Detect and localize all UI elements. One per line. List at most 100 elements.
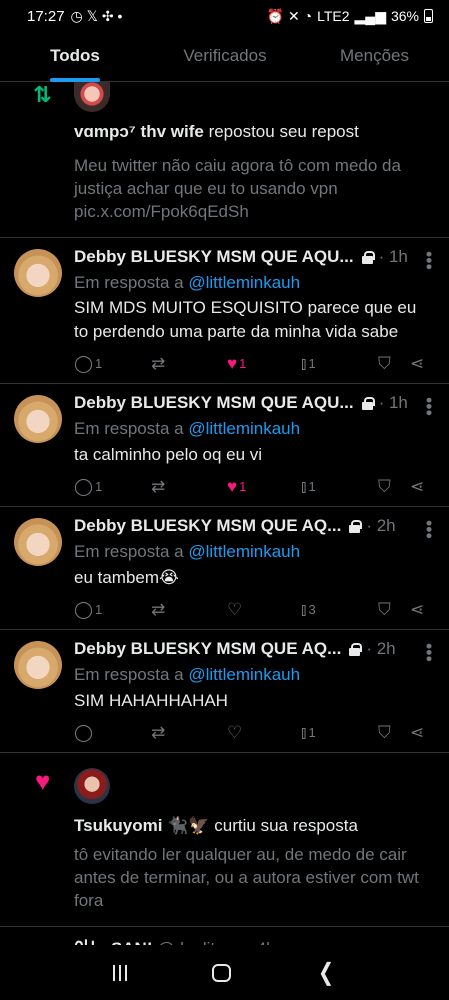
bookmark-button[interactable]: ⛉ [378, 601, 391, 618]
share-icon: ⋖ [410, 353, 425, 373]
tweet-actions: ◯ 1 ⇄ ♥ 1 ⫾ 1 ⛉ ⋖ [74, 351, 434, 375]
like-notification[interactable]: ♥ Tsukuyomi 🐈‍⬛🦅 curtiu sua resposta tô … [0, 752, 449, 926]
heart-outline-icon: ♡ [227, 722, 243, 742]
notification-icons: ◷ 𝕏 ✣ • [70, 7, 123, 24]
retweet-button[interactable]: ⇄ [151, 724, 165, 741]
tweet-actions: ◯ 1 ⇄ ♡ ⫾ 3 ⛉ ⋖ [74, 597, 434, 621]
avatar[interactable] [14, 518, 62, 566]
notification-tabs: Todos Verificados Menções [0, 32, 449, 82]
retweet-button[interactable]: ⇄ [151, 355, 165, 372]
heart-icon: ♥ [227, 476, 238, 496]
bookmark-icon: ⛉ [378, 353, 391, 373]
bookmark-button[interactable]: ⛉ [378, 478, 391, 495]
heart-outline-icon: ♡ [227, 599, 243, 619]
reply-handle-link[interactable]: @littleminkauh [188, 273, 300, 292]
lock-icon [349, 519, 363, 533]
reply-context: Em resposta a @littleminkauh [74, 273, 301, 292]
system-navigation-bar: ❮ [0, 945, 449, 1000]
tweet[interactable]: Debby BLUESKY MSM QUE AQ... · 2h ••• Em … [0, 506, 449, 629]
bookmark-button[interactable]: ⛉ [378, 355, 391, 372]
like-button[interactable]: ♥ 1 [227, 355, 246, 372]
recents-icon[interactable] [112, 964, 127, 981]
retweet-button[interactable]: ⇄ [151, 601, 165, 618]
retweet-icon: ⇅ [33, 82, 52, 107]
reply-handle-link[interactable]: @littleminkauh [188, 419, 300, 438]
reply-context: Em resposta a @littleminkauh [74, 419, 301, 438]
share-button[interactable]: ⋖ [410, 355, 424, 372]
reposted-text: Meu twitter não caiu agora tô com medo d… [74, 156, 401, 221]
tab-verificados[interactable]: Verificados [150, 32, 300, 81]
lock-icon [349, 642, 363, 656]
tweet[interactable]: Debby BLUESKY MSM QUE AQU... · 1h ••• Em… [0, 237, 449, 383]
divider [0, 926, 449, 927]
user-name[interactable]: Debby BLUESKY MSM QUE AQU... [74, 247, 354, 267]
reply-handle-link[interactable]: @littleminkauh [188, 665, 300, 684]
user-name[interactable]: Debby BLUESKY MSM QUE AQ... [74, 639, 341, 659]
reply-context: Em resposta a @littleminkauh [74, 542, 301, 561]
share-button[interactable]: ⋖ [410, 724, 424, 741]
timestamp: · 1h [378, 393, 408, 412]
notification-headline: vɑmpↄ⁷ thv wife repostou seu repost [74, 122, 359, 141]
reply-icon: ◯ [74, 353, 94, 373]
avatar[interactable] [14, 249, 62, 297]
user-name[interactable]: Debby BLUESKY MSM QUE AQ... [74, 516, 341, 536]
user-name[interactable]: Tsukuyomi 🐈‍⬛🦅 [74, 816, 210, 835]
views-icon: ⫾ [301, 353, 307, 373]
tab-todos[interactable]: Todos [0, 32, 150, 82]
avatar[interactable] [14, 395, 62, 443]
timestamp: · 2h [366, 639, 396, 658]
reply-handle-link[interactable]: @littleminkauh [188, 542, 300, 561]
retweet-icon: ⇄ [151, 722, 166, 742]
reply-button[interactable]: ◯ 1 [74, 355, 102, 372]
tweet-text: ta calminho pelo oq eu vi [74, 445, 263, 464]
avatar[interactable] [14, 641, 62, 689]
user-name[interactable]: vɑmpↄ⁷ thv wife [74, 122, 204, 141]
bookmark-button[interactable]: ⛉ [378, 724, 391, 741]
lock-icon [361, 396, 375, 410]
avatar[interactable] [74, 82, 110, 112]
more-options-icon[interactable]: ••• [419, 520, 439, 539]
views-button[interactable]: ⫾ 1 [301, 355, 316, 372]
share-icon: ⋖ [410, 599, 425, 619]
home-icon[interactable] [211, 963, 231, 982]
like-button[interactable]: ♡ [227, 724, 244, 741]
reply-button[interactable]: ◯ [74, 724, 95, 741]
share-icon: ⋖ [410, 722, 425, 742]
views-button[interactable]: ⫾ 1 [301, 478, 316, 495]
more-options-icon[interactable]: ••• [419, 397, 439, 416]
clock: 17:27 [27, 7, 65, 25]
reply-context: Em resposta a @littleminkauh [74, 665, 301, 684]
tweet-header: Debby BLUESKY MSM QUE AQU... · 1h [74, 247, 408, 267]
tweet[interactable]: Debby BLUESKY MSM QUE AQU... · 1h ••• Em… [0, 383, 449, 506]
more-options-icon[interactable]: ••• [419, 643, 439, 662]
reply-icon: ◯ [74, 722, 94, 742]
battery-icon [424, 9, 433, 23]
reply-icon: ◯ [74, 599, 94, 619]
share-icon: ⋖ [410, 476, 425, 496]
user-name[interactable]: Debby BLUESKY MSM QUE AQU... [74, 393, 354, 413]
lock-icon [361, 250, 375, 264]
reply-button[interactable]: ◯ 1 [74, 601, 102, 618]
tweet-header: Debby BLUESKY MSM QUE AQ... · 2h [74, 639, 396, 659]
avatar[interactable] [74, 768, 110, 804]
heart-icon: ♥ [35, 766, 51, 796]
back-icon[interactable]: ❮ [318, 958, 334, 987]
more-options-icon[interactable]: ••• [419, 251, 439, 270]
reply-button[interactable]: ◯ 1 [74, 478, 102, 495]
repost-notification[interactable]: ⇅ vɑmpↄ⁷ thv wife repostou seu repost Me… [0, 82, 449, 237]
retweet-button[interactable]: ⇄ [151, 478, 165, 495]
tweet-header: Debby BLUESKY MSM QUE AQ... · 2h [74, 516, 396, 536]
bookmark-icon: ⛉ [378, 722, 391, 742]
views-button[interactable]: ⫾ 3 [301, 601, 316, 618]
like-button[interactable]: ♥ 1 [227, 478, 246, 495]
status-bar: 17:27 ◷ 𝕏 ✣ • ⏰ ✕ ◔ LTE2 ▂▄▆ 36% [0, 0, 449, 32]
tweet-text: SIM MDS MUITO ESQUISITO parece que eu to… [74, 298, 417, 341]
notification-headline: Tsukuyomi 🐈‍⬛🦅 curtiu sua resposta [74, 816, 358, 835]
tweet[interactable]: Debby BLUESKY MSM QUE AQ... · 2h ••• Em … [0, 629, 449, 752]
like-button[interactable]: ♡ [227, 601, 244, 618]
tab-mencoes[interactable]: Menções [300, 32, 449, 81]
views-icon: ⫾ [301, 599, 307, 619]
share-button[interactable]: ⋖ [410, 478, 424, 495]
views-button[interactable]: ⫾ 1 [301, 724, 316, 741]
share-button[interactable]: ⋖ [410, 601, 424, 618]
